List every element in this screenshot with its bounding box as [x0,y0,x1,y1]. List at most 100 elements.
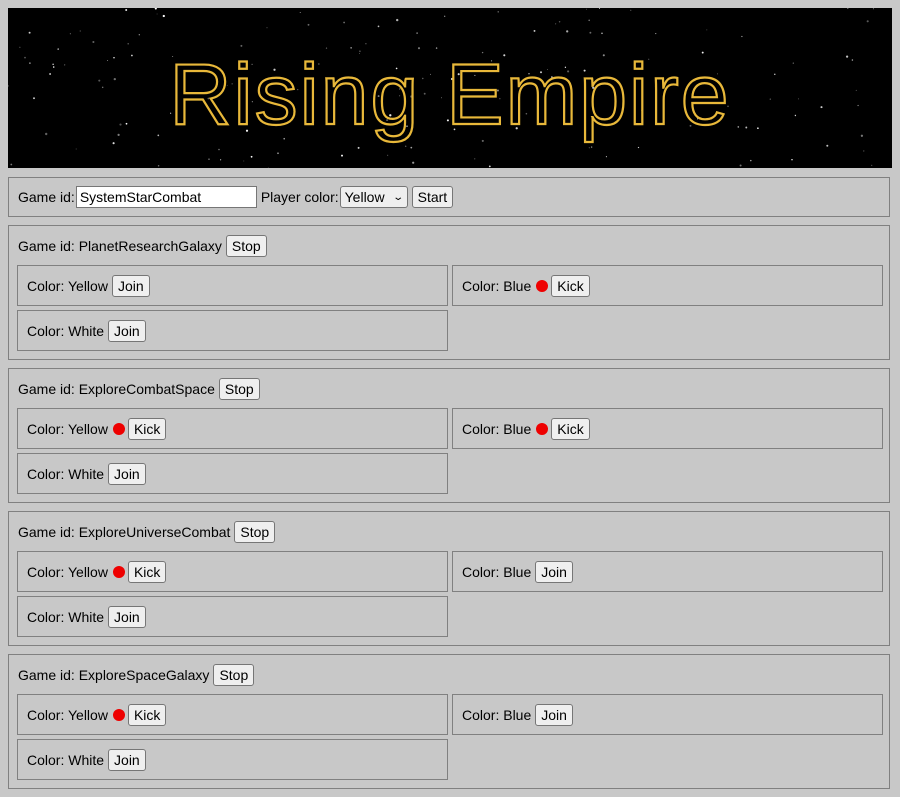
star [866,20,869,23]
star [601,32,603,35]
star [558,21,561,23]
star [119,123,122,126]
slot-row: Color: White Join [27,748,146,772]
slot-row: Color: Yellow Kick [27,703,167,727]
slot-color-label: Color: Blue [462,278,532,294]
slot-row: Color: Blue Kick [462,274,590,298]
star [343,21,345,24]
star [737,126,740,128]
stop-button[interactable]: Stop [225,235,267,257]
star [299,11,301,13]
star [637,146,640,149]
star [586,8,587,10]
kick-button[interactable]: Kick [551,418,590,440]
star [125,122,128,125]
star [112,142,115,145]
star [474,158,476,160]
star [57,48,59,50]
star [341,154,343,157]
star [706,29,708,31]
star [857,104,859,107]
game-panel: Game id: ExploreUniverseCombat Stop Color:… [8,511,890,646]
star [357,146,360,149]
star [92,40,95,44]
join-button[interactable]: Join [108,606,146,628]
star [75,148,77,150]
new-game-form: Game id: Player color: Yellow ⌄ Start [8,177,890,217]
slot-color-label: Color: White [27,466,105,482]
star [630,9,632,11]
star [588,147,590,149]
game-id-input[interactable] [75,186,257,208]
join-button[interactable]: Join [535,561,573,583]
join-button[interactable]: Join [108,749,146,771]
star [125,9,128,11]
game-id-label: Game id: [18,189,75,205]
start-button[interactable]: Start [411,186,454,208]
star [28,31,31,34]
join-button[interactable]: Join [108,463,146,485]
slot-color-label: Color: Blue [462,707,532,723]
occupied-indicator-icon [536,423,549,435]
star [444,15,446,17]
star [774,73,776,76]
star [29,62,31,64]
game-panel: Game id: ExploreSpaceGalaxy Stop Color: Ye… [8,654,890,789]
join-button[interactable]: Join [111,275,150,297]
player-slot: Color: Yellow Kick [17,694,448,735]
player-slot: Color: White Join [17,596,448,637]
star [208,158,210,160]
star [387,154,389,156]
star [250,155,253,158]
kick-button[interactable]: Kick [127,561,167,583]
star [156,13,158,15]
star [157,164,160,167]
player-color-select[interactable]: Yellow ⌄ [339,186,408,208]
star [826,144,829,147]
join-button[interactable]: Join [108,320,146,342]
star [769,98,771,100]
kick-button[interactable]: Kick [127,418,167,440]
occupied-indicator-icon [112,423,125,435]
star [598,8,601,10]
star [396,18,399,22]
star [794,114,797,117]
star [69,33,71,35]
star [555,23,557,25]
star [416,32,418,34]
star [588,19,590,22]
star [113,56,115,59]
star [220,159,222,161]
star [871,164,873,167]
occupied-indicator-icon [536,280,549,292]
star [566,30,569,33]
star [820,106,823,109]
star [377,25,380,28]
star [277,152,279,155]
star [98,79,101,82]
slot-row: Color: White Join [27,605,146,629]
slot-color-label: Color: Yellow [27,278,108,294]
player-slot: Color: Yellow Kick [17,408,448,449]
star [410,146,413,149]
star [113,77,116,81]
star [33,97,35,100]
star [589,31,592,34]
star [101,86,104,89]
slot-color-label: Color: Yellow [27,564,108,580]
star [741,35,743,38]
stop-button[interactable]: Stop [234,521,276,543]
stop-button[interactable]: Stop [218,378,260,400]
star [8,85,9,87]
player-slot: Color: Blue Kick [452,265,883,306]
stop-button[interactable]: Stop [213,664,255,686]
kick-button[interactable]: Kick [127,704,167,726]
star [412,161,415,164]
star [404,145,407,147]
join-button[interactable]: Join [535,704,573,726]
player-slot: Color: White Join [17,453,448,494]
game-header: Game id: ExploreUniverseCombat Stop [18,520,276,544]
game-title-logo: Rising Empire [169,47,730,143]
kick-button[interactable]: Kick [551,275,590,297]
star [792,62,794,64]
